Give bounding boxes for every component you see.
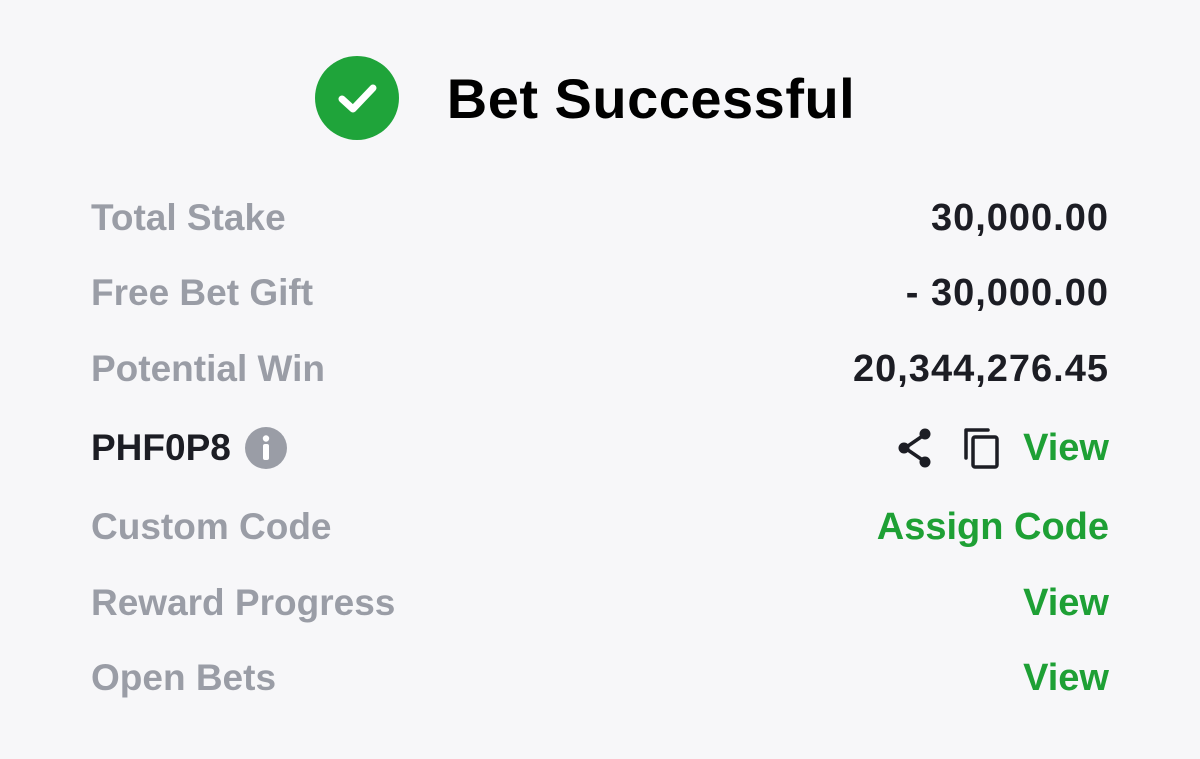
free-bet-gift-label: Free Bet Gift xyxy=(91,272,314,313)
copy-icon[interactable] xyxy=(961,425,1003,471)
free-bet-gift-row: Free Bet Gift - 30,000.00 xyxy=(91,263,1109,323)
reward-progress-label: Reward Progress xyxy=(91,582,396,623)
booking-code-group: PHF0P8 xyxy=(91,427,287,469)
success-header: Bet Successful xyxy=(0,52,1200,144)
potential-win-value: 20,344,276.45 xyxy=(852,347,1109,390)
custom-code-label: Custom Code xyxy=(91,506,332,547)
booking-code: PHF0P8 xyxy=(91,427,231,468)
potential-win-row: Potential Win 20,344,276.45 xyxy=(91,339,1109,399)
total-stake-row: Total Stake 30,000.00 xyxy=(91,188,1109,248)
booking-code-actions: View xyxy=(893,425,1109,471)
share-icon[interactable] xyxy=(893,426,937,470)
view-open-bets-button[interactable]: View xyxy=(1023,657,1109,700)
total-stake-value: 30,000.00 xyxy=(930,196,1109,239)
booking-code-row: PHF0P8 View xyxy=(91,418,1109,478)
custom-code-row: Custom Code Assign Code xyxy=(91,497,1109,557)
assign-code-button[interactable]: Assign Code xyxy=(877,506,1109,549)
info-icon[interactable] xyxy=(244,427,287,469)
open-bets-row: Open Bets View xyxy=(91,648,1109,708)
view-booking-button[interactable]: View xyxy=(1023,427,1109,470)
reward-progress-row: Reward Progress View xyxy=(91,573,1109,633)
view-reward-progress-button[interactable]: View xyxy=(1023,582,1109,625)
potential-win-label: Potential Win xyxy=(91,348,325,389)
check-circle-icon xyxy=(314,56,399,140)
open-bets-label: Open Bets xyxy=(91,657,277,698)
total-stake-label: Total Stake xyxy=(91,197,286,238)
page-title: Bet Successful xyxy=(446,66,856,130)
free-bet-gift-value: - 30,000.00 xyxy=(905,271,1109,314)
